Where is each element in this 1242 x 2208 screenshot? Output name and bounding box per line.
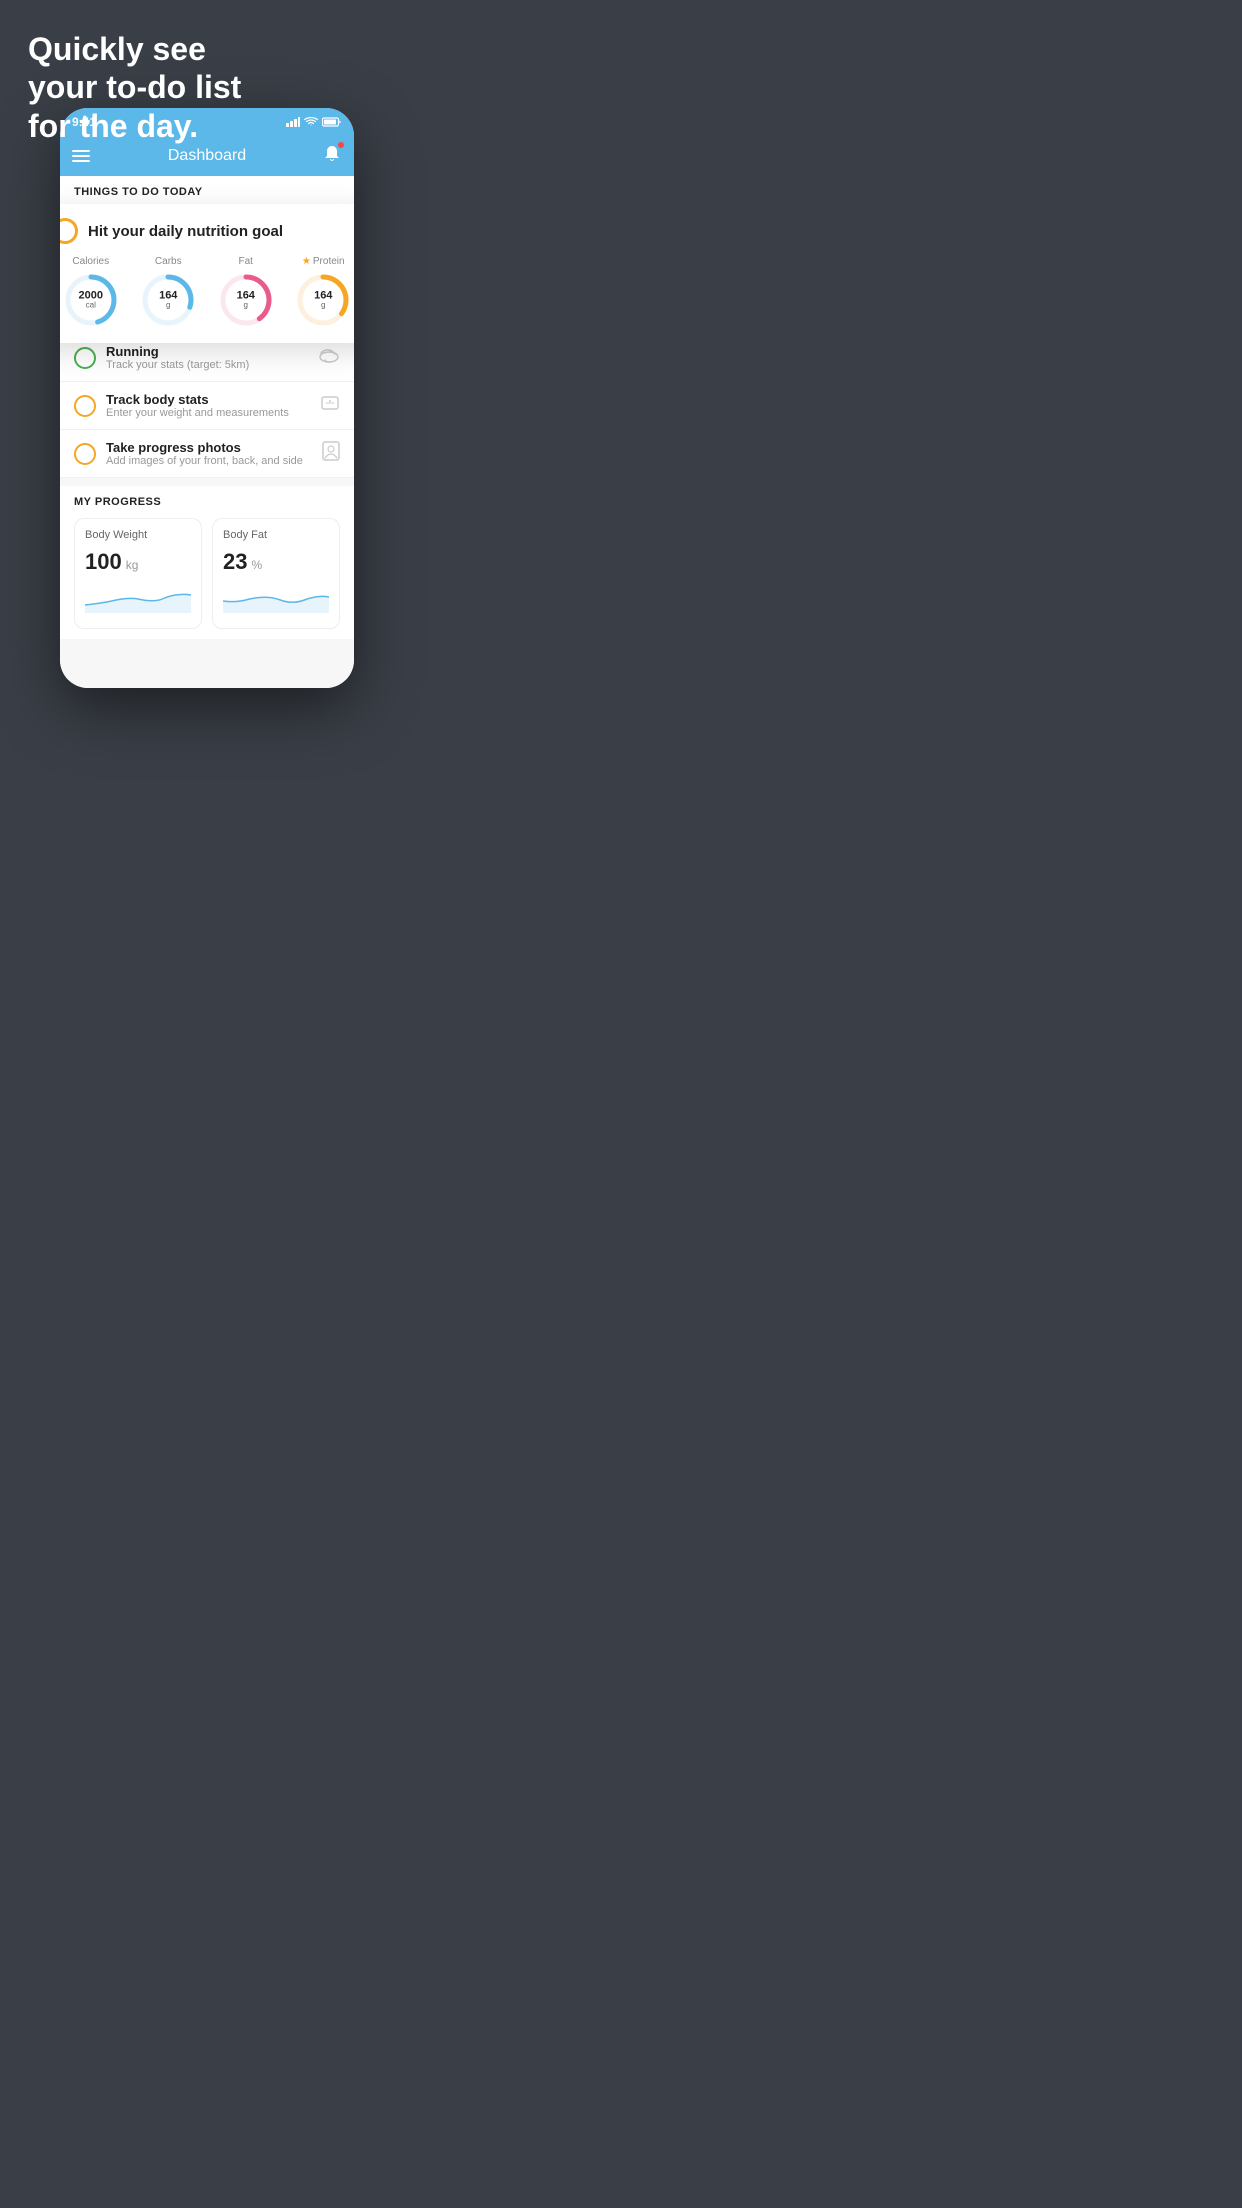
photos-subtitle: Add images of your front, back, and side <box>106 455 312 467</box>
signal-icon <box>286 117 300 127</box>
calories-label: Calories <box>72 256 109 267</box>
progress-header: MY PROGRESS <box>74 496 340 508</box>
protein-label: ★ Protein <box>302 256 345 267</box>
bell-icon[interactable] <box>322 144 342 169</box>
body-fat-card[interactable]: Body Fat 23 % <box>212 518 340 629</box>
body-stats-text: Track body stats Enter your weight and m… <box>106 392 310 419</box>
fat-unit: g <box>237 302 255 310</box>
body-weight-title: Body Weight <box>85 529 191 541</box>
nutrition-calories: Calories 2000 cal <box>62 256 120 329</box>
running-circle <box>74 347 96 369</box>
carbs-donut: 164 g <box>139 271 197 329</box>
photos-circle <box>74 443 96 465</box>
notification-dot <box>338 142 344 148</box>
running-icon <box>318 347 340 368</box>
photos-title: Take progress photos <box>106 440 312 455</box>
calories-donut: 2000 cal <box>62 271 120 329</box>
running-subtitle: Track your stats (target: 5km) <box>106 359 308 371</box>
scale-icon <box>320 393 340 418</box>
calories-unit: cal <box>79 302 103 310</box>
body-stats-title: Track body stats <box>106 392 310 407</box>
nutrition-check-circle[interactable] <box>60 218 78 244</box>
body-stats-subtitle: Enter your weight and measurements <box>106 407 310 419</box>
protein-donut: 164 g <box>294 271 352 329</box>
body-stats-circle <box>74 395 96 417</box>
body-weight-chart <box>85 583 191 613</box>
body-fat-chart <box>223 583 329 613</box>
carbs-unit: g <box>159 302 177 310</box>
carbs-label: Carbs <box>155 256 182 267</box>
fat-label: Fat <box>239 256 253 267</box>
section-header: THINGS TO DO TODAY <box>60 176 354 204</box>
nutrition-card: Hit your daily nutrition goal Calories 2… <box>60 204 354 343</box>
running-text: Running Track your stats (target: 5km) <box>106 344 308 371</box>
body-fat-number: 23 <box>223 549 247 575</box>
nutrition-carbs: Carbs 164 g <box>139 256 197 329</box>
fat-donut: 164 g <box>217 271 275 329</box>
todo-list: Running Track your stats (target: 5km) T… <box>60 334 354 478</box>
body-weight-card[interactable]: Body Weight 100 kg <box>74 518 202 629</box>
body-fat-unit: % <box>251 558 262 572</box>
progress-section: MY PROGRESS Body Weight 100 kg B <box>60 486 354 639</box>
photos-text: Take progress photos Add images of your … <box>106 440 312 467</box>
nutrition-card-title: Hit your daily nutrition goal <box>88 223 283 240</box>
todo-item-photos[interactable]: Take progress photos Add images of your … <box>60 430 354 478</box>
star-icon: ★ <box>302 256 311 267</box>
nutrition-circles: Calories 2000 cal Carbs <box>60 256 354 329</box>
phone-content: THINGS TO DO TODAY Hit your daily nutrit… <box>60 176 354 688</box>
protein-unit: g <box>314 302 332 310</box>
headline: Quickly see your to-do list for the day. <box>28 30 241 145</box>
running-title: Running <box>106 344 308 359</box>
body-weight-value: 100 kg <box>85 549 191 575</box>
nutrition-protein: ★ Protein 164 g <box>294 256 352 329</box>
menu-icon[interactable] <box>72 150 90 162</box>
nav-title: Dashboard <box>168 147 246 165</box>
body-fat-title: Body Fat <box>223 529 329 541</box>
phone-frame: 9:41 <box>60 108 354 688</box>
body-weight-unit: kg <box>126 558 139 572</box>
status-icons <box>286 117 342 127</box>
body-fat-value: 23 % <box>223 549 329 575</box>
progress-cards: Body Weight 100 kg Body Fat 23 % <box>74 518 340 629</box>
nutrition-fat: Fat 164 g <box>217 256 275 329</box>
todo-item-body-stats[interactable]: Track body stats Enter your weight and m… <box>60 382 354 430</box>
portrait-icon <box>322 441 340 466</box>
wifi-icon <box>304 117 318 127</box>
body-weight-number: 100 <box>85 549 122 575</box>
battery-icon <box>322 117 342 127</box>
